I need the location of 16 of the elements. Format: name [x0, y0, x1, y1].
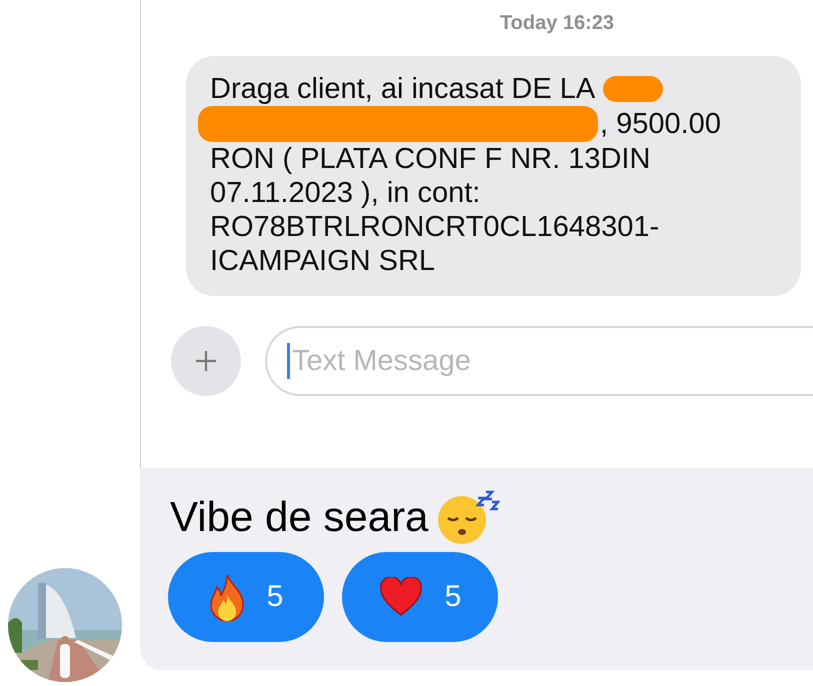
message-text: , 9500.00: [600, 107, 721, 141]
reaction-button[interactable]: 5: [342, 552, 498, 642]
sleeping-face-icon: [436, 488, 500, 546]
message-text: RON ( PLATA CONF F NR. 13DIN: [210, 142, 650, 176]
message-text: RO78BTRLRONCRT0CL1648301-: [210, 210, 660, 244]
message-text: 07.11.2023 ), in cont:: [210, 176, 480, 210]
message-text: Draga client, ai incasat DE LA: [210, 72, 596, 106]
text-cursor: [287, 343, 290, 379]
timestamp: Today 16:23: [500, 12, 614, 35]
message-input-field[interactable]: Text Message: [265, 326, 813, 396]
fire-icon: [208, 573, 245, 621]
reaction-button[interactable]: 5: [168, 552, 324, 642]
caption-text: Vibe de seara: [170, 493, 428, 541]
message-text: ICAMPAIGN SRL: [210, 244, 436, 278]
heart-icon: [378, 577, 423, 617]
plus-icon: [195, 350, 217, 372]
